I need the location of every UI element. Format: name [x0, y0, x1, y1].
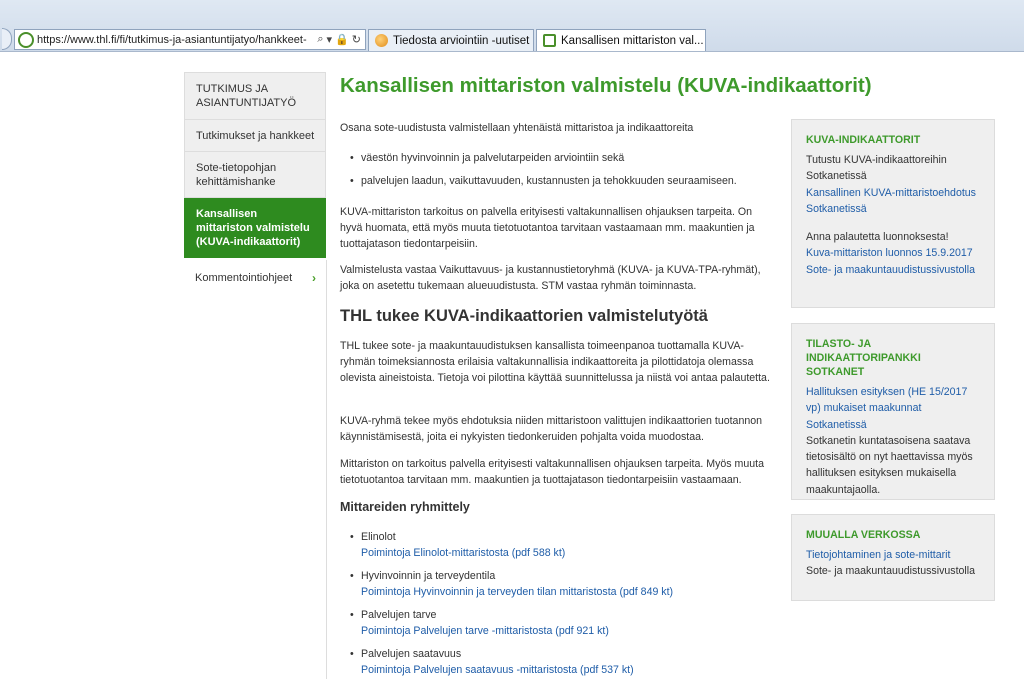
group-name: Palvelujen tarve [361, 609, 437, 621]
back-button[interactable] [2, 28, 12, 50]
box-link[interactable]: Sote- ja maakuntauudistussivustolla [806, 262, 980, 278]
chevron-right-icon: › [312, 271, 316, 285]
tab-favicon-icon [375, 34, 388, 47]
list-item: • Palvelujen tarve Poimintoja Palvelujen… [350, 609, 609, 639]
browser-tab-2[interactable]: Kansallisen mittariston val... ✕ [536, 29, 706, 51]
page-title: Kansallisen mittariston valmistelu (KUVA… [340, 74, 872, 97]
list-item: väestön hyvinvoinnin ja palvelutarpeiden… [350, 151, 624, 166]
kuva-indikaattorit-box: KUVA-INDIKAATTORIT Tutustu KUVA-indikaat… [791, 119, 995, 308]
sidebar-item-kommentointiohjeet[interactable]: Kommentointiohjeet › [184, 258, 326, 298]
search-icon[interactable]: ⌕ [317, 33, 323, 46]
pdf-link[interactable]: Poimintoja Hyvinvoinnin ja terveyden til… [361, 584, 673, 600]
refresh-icon[interactable]: ↻ [352, 33, 361, 46]
box-title: MUUALLA VERKOSSA [806, 529, 921, 541]
sidebar-item-tutkimukset[interactable]: Tutkimukset ja hankkeet [184, 120, 326, 152]
sidebar-item-label: Tutkimukset ja hankkeet [196, 129, 315, 142]
sidebar-item-label: Kommentointiohjeet [195, 272, 293, 284]
lock-icon[interactable]: 🔒 [335, 33, 349, 46]
group-name: Palvelujen saatavuus [361, 648, 462, 660]
paragraph: THL tukee sote- ja maakuntauudistuksen k… [340, 340, 770, 385]
list-item: • Hyvinvoinnin ja terveydentila Poiminto… [350, 570, 674, 600]
sidebar-divider [326, 260, 327, 679]
sotkanet-box: TILASTO- JA INDIKAATTORIPANKKI SOTKANET … [791, 323, 995, 500]
paragraph: Valmistelusta vastaa Vaikuttavuus- ja ku… [340, 264, 761, 293]
intro-text: Osana sote-uudistusta valmistellaan yhte… [340, 122, 694, 134]
browser-tab-1[interactable]: Tiedosta arviointiin -uutiset 9... [368, 29, 534, 51]
box-link[interactable]: Tietojohtaminen ja sote-mittarit [806, 547, 980, 563]
box-text: Anna palautetta luonnoksesta! [806, 231, 949, 244]
pdf-link[interactable]: Poimintoja Elinolot-mittaristosta (pdf 5… [361, 545, 565, 561]
box-title: KUVA-INDIKAATTORIT [806, 134, 921, 146]
tab-favicon-icon [543, 34, 556, 47]
browser-chrome: https://www.thl.fi/fi/tutkimus-ja-asiant… [0, 0, 1024, 52]
sidebar-item-sote-tietopohja[interactable]: Sote-tietopohjan kehittämishanke [184, 152, 326, 198]
box-link[interactable]: Kansallinen KUVA-mittaristoehdotus Sotka… [806, 185, 980, 218]
address-url[interactable]: https://www.thl.fi/fi/tutkimus-ja-asiant… [37, 34, 317, 46]
address-bar[interactable]: https://www.thl.fi/fi/tutkimus-ja-asiant… [14, 29, 366, 50]
sidebar-item-label: Sote-tietopohjan kehittämishanke [196, 161, 277, 188]
section-heading: THL tukee KUVA-indikaattorien valmistelu… [340, 307, 708, 325]
subsection-heading: Mittareiden ryhmittely [340, 500, 470, 514]
box-title: TILASTO- JA INDIKAATTORIPANKKI SOTKANET [806, 338, 921, 378]
tab-label: Kansallisen mittariston val... [561, 34, 704, 47]
dropdown-icon[interactable]: ▾ [327, 33, 333, 46]
paragraph: KUVA-mittariston tarkoitus on palvella e… [340, 206, 755, 251]
muualla-verkossa-box: MUUALLA VERKOSSA Tietojohtaminen ja sote… [791, 514, 995, 601]
list-item: • Elinolot Poimintoja Elinolot-mittarist… [350, 531, 566, 561]
section-sidebar: TUTKIMUS JA ASIANTUNTIJATYÖ Tutkimukset … [184, 72, 326, 298]
paragraph: Mittariston on tarkoitus palvella erityi… [340, 458, 764, 487]
pdf-link[interactable]: Poimintoja Palvelujen tarve -mittaristos… [361, 623, 609, 639]
box-text: Sote- ja maakuntauudistussivustolla [806, 565, 976, 578]
list-item: palvelujen laadun, vaikuttavuuden, kusta… [350, 174, 737, 189]
pdf-link[interactable]: Poimintoja Palvelujen saatavuus -mittari… [361, 662, 634, 678]
group-name: Elinolot [361, 531, 396, 543]
list-item: • Palvelujen saatavuus Poimintoja Palvel… [350, 648, 634, 678]
sidebar-item-label: Kansallisen mittariston valmistelu (KUVA… [196, 207, 310, 248]
paragraph: KUVA-ryhmä tekee myös ehdotuksia niiden … [340, 415, 763, 444]
sidebar-item-kuva-active[interactable]: Kansallisen mittariston valmistelu (KUVA… [184, 198, 326, 258]
group-name: Hyvinvoinnin ja terveydentila [361, 570, 496, 582]
box-text: Sotkanetin kuntatasoisena saatava tietos… [806, 434, 973, 496]
sidebar-header[interactable]: TUTKIMUS JA ASIANTUNTIJATYÖ [184, 72, 326, 120]
site-favicon-icon [18, 31, 34, 48]
box-link[interactable]: Kuva-mittariston luonnos 15.9.2017 [806, 245, 980, 261]
box-link[interactable]: Hallituksen esityksen (HE 15/2017 vp) mu… [806, 384, 980, 433]
box-text: Tutustu KUVA-indikaattoreihin Sotkanetis… [806, 154, 947, 183]
tab-label: Tiedosta arviointiin -uutiset 9... [393, 34, 534, 47]
